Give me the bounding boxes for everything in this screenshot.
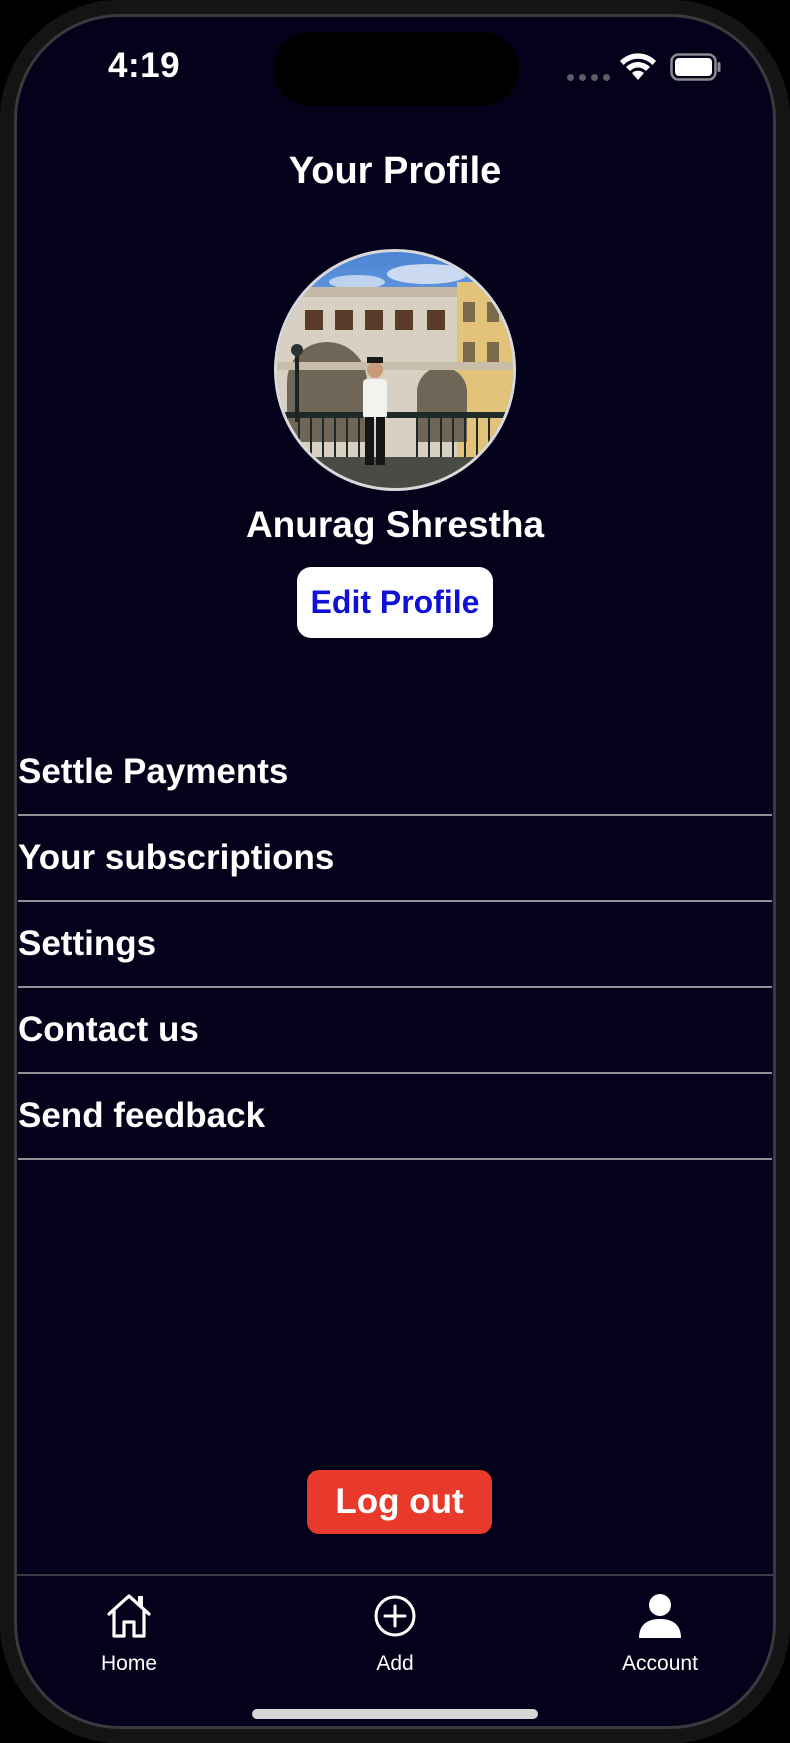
tab-account-label: Account <box>622 1652 698 1675</box>
phone-frame: 4:19 Your Profile Anurag Shrestha Edit P… <box>0 0 790 1743</box>
plus-circle-icon <box>374 1595 416 1637</box>
person-icon <box>639 1594 681 1638</box>
status-time: 4:19 <box>108 46 181 85</box>
menu-item-subscriptions[interactable]: Your subscriptions <box>18 816 772 902</box>
battery-icon <box>670 53 721 81</box>
edit-profile-button[interactable]: Edit Profile <box>297 567 493 638</box>
user-name: Anurag Shrestha <box>245 504 545 545</box>
home-indicator[interactable] <box>252 1709 538 1719</box>
tab-add[interactable]: Add <box>315 1590 475 1676</box>
page-title: Your Profile <box>288 150 502 192</box>
tab-account[interactable]: Account <box>580 1590 740 1676</box>
avatar-photo <box>277 252 513 488</box>
wifi-icon <box>620 53 656 80</box>
menu-item-settings[interactable]: Settings <box>18 902 772 988</box>
menu-item-send-feedback[interactable]: Send feedback <box>18 1074 772 1160</box>
tab-home[interactable]: Home <box>49 1590 209 1676</box>
menu-item-contact-us[interactable]: Contact us <box>18 988 772 1074</box>
cellular-signal-icon <box>567 74 610 81</box>
dynamic-island <box>273 32 519 106</box>
profile-menu: Settle Payments Your subscriptions Setti… <box>18 730 772 1160</box>
avatar[interactable] <box>274 249 516 491</box>
profile-screen: 4:19 Your Profile Anurag Shrestha Edit P… <box>0 0 790 1743</box>
logout-button[interactable]: Log out <box>307 1470 492 1534</box>
menu-item-settle-payments[interactable]: Settle Payments <box>18 730 772 816</box>
tab-add-label: Add <box>376 1652 414 1675</box>
tab-home-label: Home <box>100 1652 158 1675</box>
home-icon <box>107 1594 151 1638</box>
